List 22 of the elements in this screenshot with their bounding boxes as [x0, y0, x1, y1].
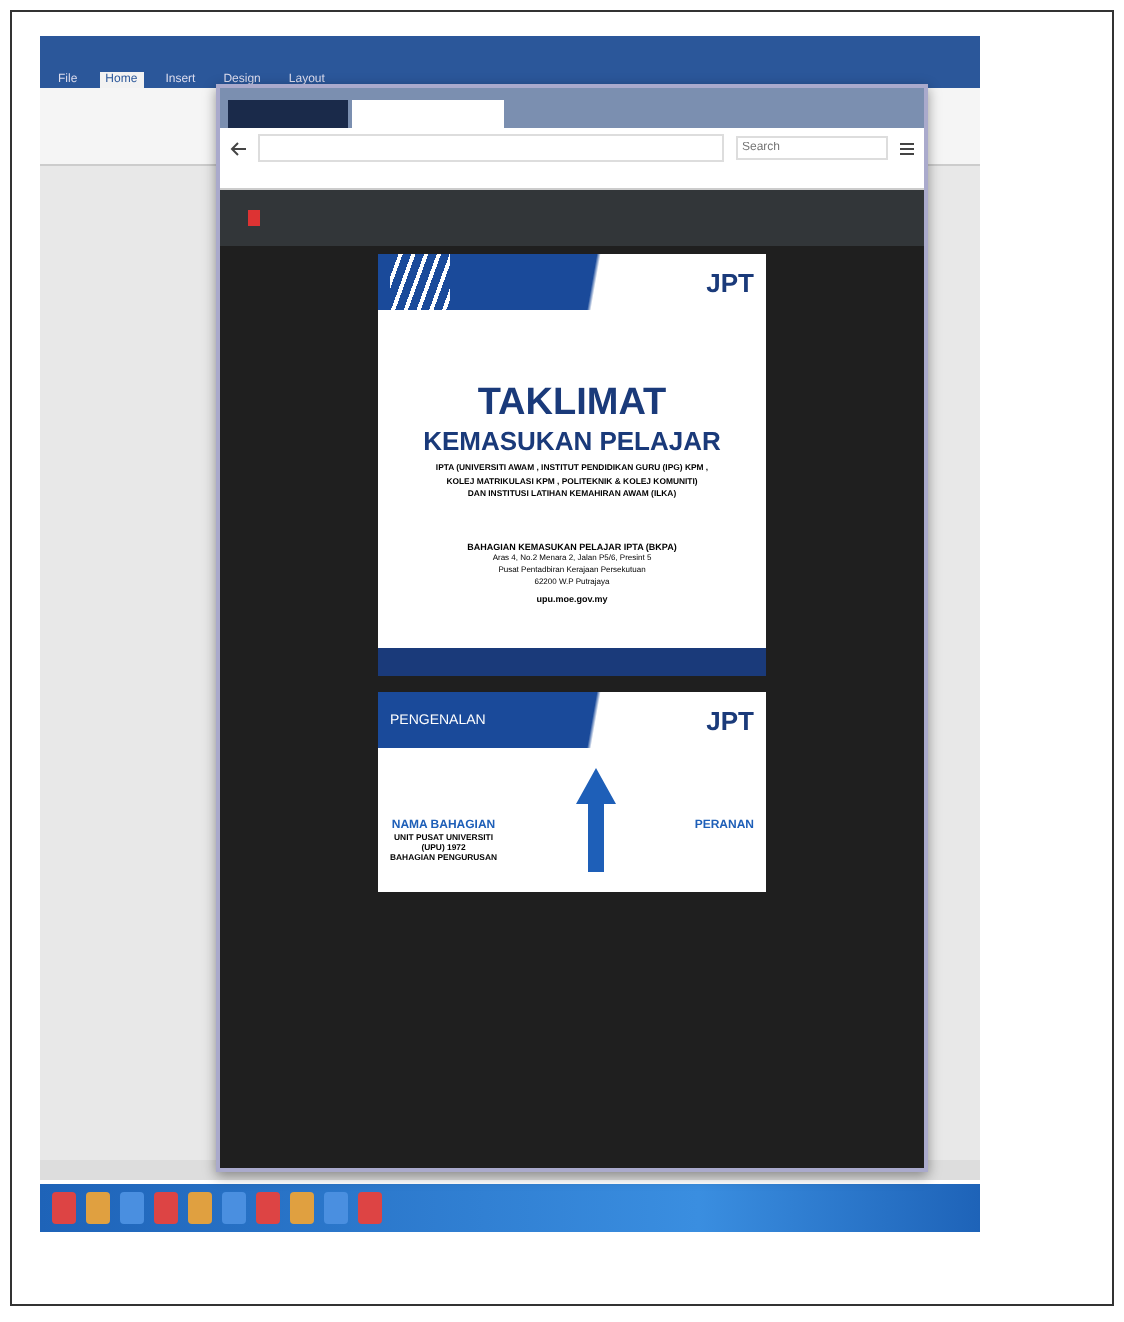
- logo-text: JPT: [706, 705, 754, 736]
- menu-icon[interactable]: [900, 141, 914, 155]
- back-icon[interactable]: [230, 141, 246, 155]
- slide-title: TAKLIMAT: [477, 382, 667, 426]
- app-icon[interactable]: [154, 1192, 178, 1224]
- app-icon[interactable]: [222, 1192, 246, 1224]
- app-icon[interactable]: [256, 1192, 280, 1224]
- arrow-up-icon: [575, 768, 616, 873]
- stripes-icon: [390, 254, 450, 310]
- app-icon[interactable]: [290, 1192, 314, 1224]
- browser-tab[interactable]: [228, 100, 348, 128]
- app-icon[interactable]: [324, 1192, 348, 1224]
- address-field[interactable]: [258, 134, 724, 162]
- app-icon[interactable]: [358, 1192, 382, 1224]
- app-icon[interactable]: [52, 1192, 76, 1224]
- browser-tab[interactable]: [352, 100, 504, 128]
- slide-subtitle: KEMASUKAN PELAJAR: [423, 426, 721, 456]
- logo-text: JPT: [706, 267, 754, 297]
- app-icon[interactable]: [120, 1192, 144, 1224]
- app-icon[interactable]: [188, 1192, 212, 1224]
- pdf-file-icon: [248, 210, 260, 226]
- app-icon[interactable]: [86, 1192, 110, 1224]
